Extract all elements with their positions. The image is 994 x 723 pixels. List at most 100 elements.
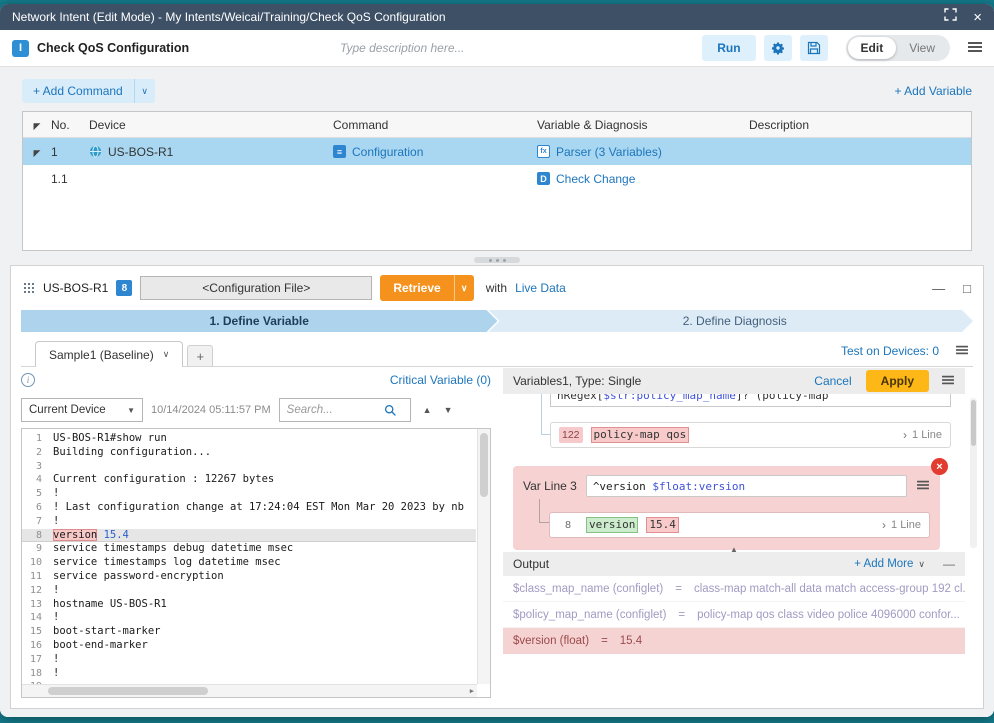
find-previous-button[interactable]: ▲ [423, 405, 432, 415]
code-line[interactable]: 3 [22, 460, 476, 474]
code-line[interactable]: 14! [22, 611, 476, 625]
code-line[interactable]: 7! [22, 515, 476, 529]
add-command-dropdown[interactable]: ∨ [134, 79, 155, 103]
line-text [49, 460, 53, 474]
line-text: ! [49, 653, 59, 667]
horizontal-scroll-thumb[interactable] [48, 687, 208, 695]
check-change-link[interactable]: Check Change [556, 172, 635, 186]
info-icon[interactable]: i [21, 373, 35, 387]
parser-link[interactable]: Parser (3 Variables) [556, 145, 662, 159]
add-variable-link[interactable]: + Add Variable [894, 84, 972, 98]
var-line3-pattern-input[interactable]: ^version $float:version [586, 475, 907, 497]
line-number: 3 [22, 460, 49, 474]
output-row[interactable]: $policy_map_name (configlet)=policy-map … [503, 602, 965, 628]
view-toggle-option[interactable]: View [896, 37, 948, 59]
add-command-button[interactable]: + Add Command ∨ [22, 79, 155, 103]
search-icon[interactable] [384, 404, 397, 417]
sample-line-8[interactable]: 8 version 15.4 › 1 Line [549, 512, 930, 538]
output-minimize-icon[interactable]: — [943, 557, 955, 571]
panel-minimize-icon[interactable]: — [932, 281, 945, 296]
header-menu-button[interactable] [968, 39, 982, 57]
collapse-all-icon[interactable]: ◤ [34, 121, 41, 131]
splitter-handle[interactable] [474, 257, 520, 263]
retrieve-button[interactable]: Retrieve ∨ [380, 275, 473, 301]
add-sample-tab[interactable]: + [187, 345, 213, 366]
delete-var-line-button[interactable]: × [931, 458, 948, 475]
table-row[interactable]: 1.1 D Check Change [23, 165, 971, 192]
description-input[interactable] [340, 41, 670, 55]
cancel-button[interactable]: Cancel [814, 374, 851, 388]
code-line[interactable]: 6! Last configuration change at 17:24:04… [22, 501, 476, 515]
line-number: 9 [22, 542, 49, 556]
code-line[interactable]: 15boot-start-marker [22, 625, 476, 639]
col-description: Description [749, 118, 971, 132]
search-box [279, 398, 411, 422]
code-line[interactable]: 2Building configuration... [22, 446, 476, 460]
table-header-row: ◤ No. Device Command Variable & Diagnosi… [23, 112, 971, 138]
pane-scroll-thumb[interactable] [971, 400, 976, 446]
line-number: 17 [22, 653, 49, 667]
code-line[interactable]: 5! [22, 487, 476, 501]
title-bar[interactable]: Network Intent (Edit Mode) - My Intents/… [0, 4, 994, 30]
critical-variable-link[interactable]: Critical Variable (0) [390, 373, 491, 387]
config-editor[interactable]: 1US-BOS-R1#show run2Building configurati… [21, 428, 491, 698]
tab-sample1-baseline[interactable]: Sample1 (Baseline) ∨ [35, 341, 183, 367]
var-line3-block[interactable]: Var Line 3 ^version $float:version 8 ver… [513, 466, 940, 550]
col-no: No. [51, 118, 89, 132]
step-define-variable[interactable]: 1. Define Variable [21, 310, 498, 332]
editor-vertical-scrollbar[interactable] [477, 429, 490, 684]
live-data-link[interactable]: Live Data [515, 281, 566, 295]
maximize-icon[interactable] [944, 8, 957, 26]
code-line[interactable]: 17! [22, 653, 476, 667]
pane-vertical-scrollbar[interactable] [970, 398, 977, 548]
table-row[interactable]: ◤ 1 US-BOS-R1 ≡ Configuration fx Parser … [23, 138, 971, 165]
var-line2-pattern-input[interactable]: nRegex[$str:policy_map_name]? (policy-ma… [550, 394, 951, 407]
line-number-badge: 8 [558, 517, 578, 533]
code-line[interactable]: 10service timestamps log datetime msec [22, 556, 476, 570]
find-next-button[interactable]: ▼ [444, 405, 453, 415]
add-more-button[interactable]: + Add More ∨ [854, 558, 925, 570]
scroll-right-arrow-icon[interactable]: ▶ [470, 687, 474, 695]
run-button[interactable]: Run [702, 35, 755, 61]
search-input[interactable] [280, 404, 384, 416]
code-line[interactable]: 13hostname US-BOS-R1 [22, 598, 476, 612]
output-row[interactable]: $version (float)=15.4 [503, 628, 965, 654]
code-line[interactable]: 11service password-encryption [22, 570, 476, 584]
output-row[interactable]: $class_map_name (configlet)=class-map ma… [503, 576, 965, 602]
edit-toggle-option[interactable]: Edit [848, 37, 897, 59]
step-define-diagnosis[interactable]: 2. Define Diagnosis [489, 310, 974, 332]
line-text: service timestamps debug datetime msec [49, 542, 293, 556]
matched-keyword-token: version [586, 517, 638, 533]
code-line[interactable]: 18! [22, 667, 476, 681]
code-line[interactable]: 12! [22, 584, 476, 598]
expand-lines-control[interactable]: › 1 Line [882, 519, 921, 531]
code-line[interactable]: 9service timestamps debug datetime msec [22, 542, 476, 556]
expand-lines-control[interactable]: › 1 Line [903, 429, 942, 441]
line-number: 12 [22, 584, 49, 598]
var-line3-menu-button[interactable] [916, 477, 930, 495]
configuration-file-box[interactable]: <Configuration File> [140, 276, 372, 300]
save-button[interactable] [800, 35, 828, 61]
panel-maximize-icon[interactable]: □ [963, 281, 971, 296]
collapse-row-icon[interactable]: ◤ [34, 148, 41, 158]
line-text: ! [49, 487, 59, 501]
code-line[interactable]: 8version 15.4 [22, 529, 476, 543]
test-on-devices-link[interactable]: Test on Devices: 0 [841, 344, 939, 358]
command-link[interactable]: Configuration [352, 145, 423, 159]
retrieve-dropdown[interactable]: ∨ [454, 275, 474, 301]
code-line[interactable]: 1US-BOS-R1#show run [22, 432, 476, 446]
tree-connector [541, 394, 550, 435]
code-line[interactable]: 4Current configuration : 12267 bytes [22, 473, 476, 487]
run-settings-button[interactable] [764, 35, 792, 61]
sample-line-122[interactable]: 122 policy-map qos › 1 Line [550, 422, 951, 448]
editor-horizontal-scrollbar[interactable]: ▶ [22, 684, 477, 697]
code-line[interactable]: 16boot-end-marker [22, 639, 476, 653]
vertical-scroll-thumb[interactable] [480, 433, 488, 497]
variable-menu-button[interactable] [941, 374, 955, 388]
with-label: with [486, 281, 507, 295]
line-text: service password-encryption [49, 570, 224, 584]
close-icon[interactable]: × [973, 10, 982, 25]
device-select[interactable]: Current Device ▼ [21, 398, 143, 422]
apply-button[interactable]: Apply [866, 370, 929, 392]
tabs-menu-button[interactable] [955, 342, 969, 360]
